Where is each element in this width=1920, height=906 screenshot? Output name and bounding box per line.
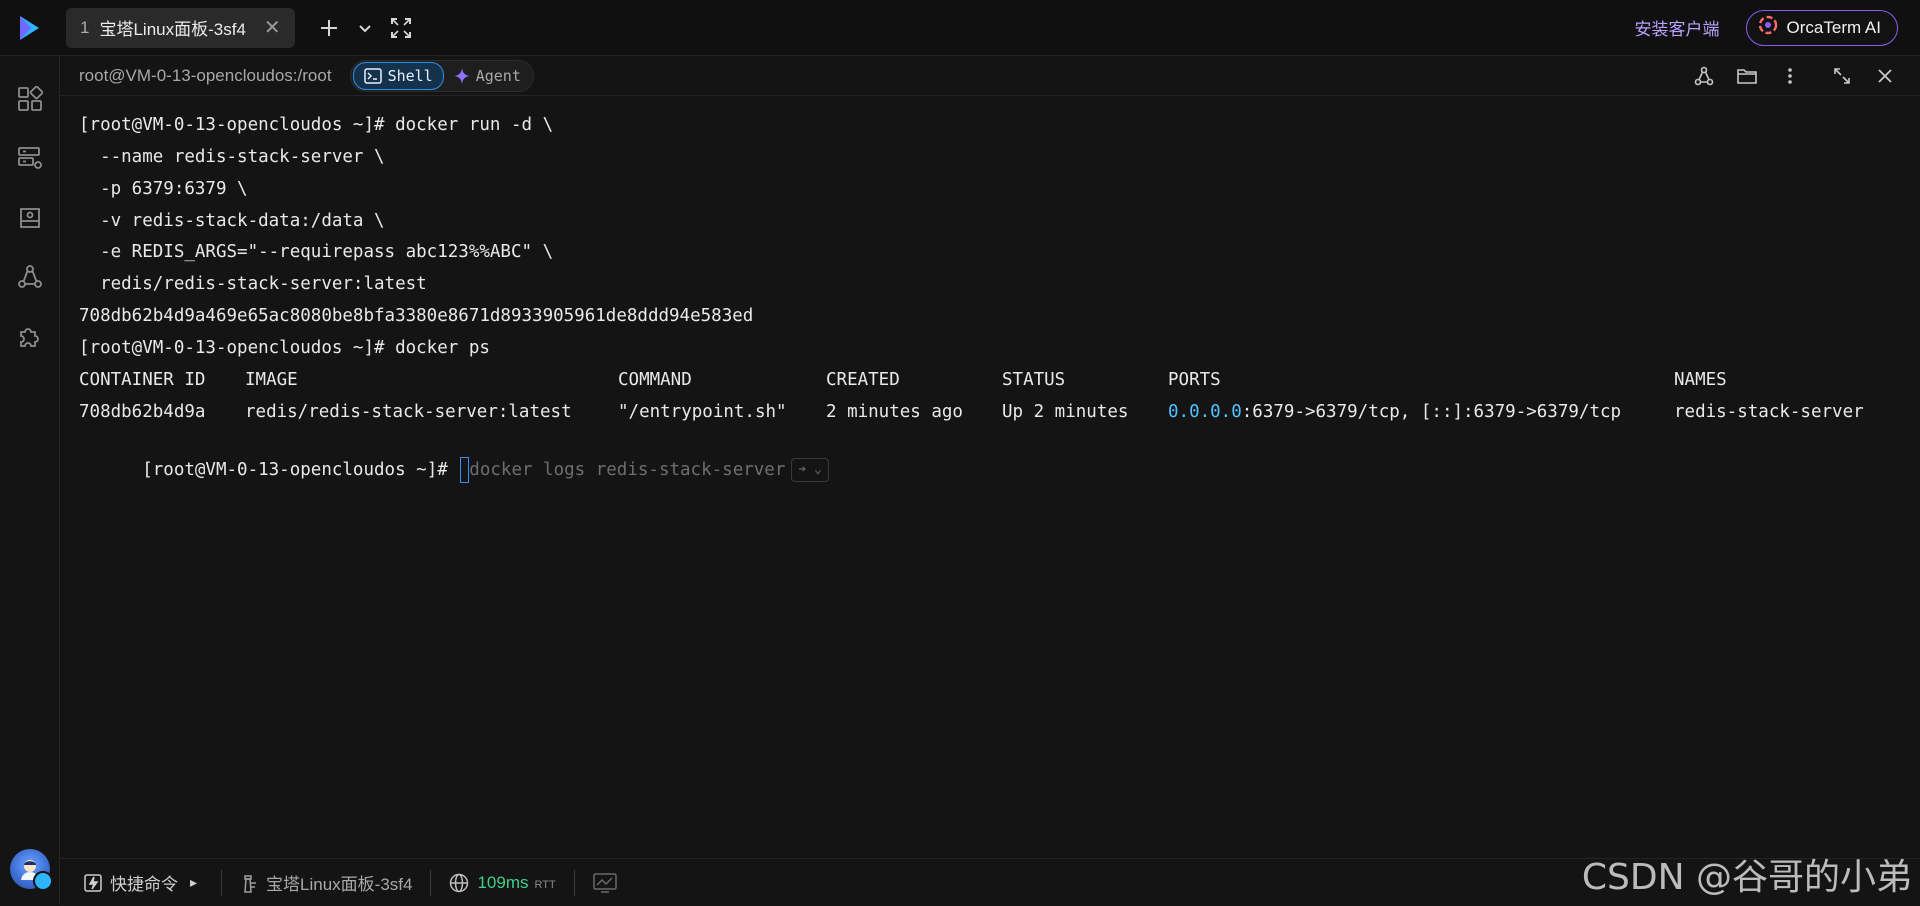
tab-list-chevron-down-icon[interactable] (347, 10, 383, 46)
fullscreen-icon[interactable] (383, 10, 419, 46)
mode-switch: Shell Agent (349, 59, 534, 92)
terminal-line: -p 6379:6379 \ (79, 179, 248, 199)
ps-header-cell: IMAGE (245, 370, 298, 390)
ps-ports-rest: :6379->6379/tcp, [::]:6379->6379/tcp (1241, 402, 1622, 422)
server-list-icon[interactable] (14, 142, 46, 174)
terminal-line: redis/redis-stack-server:latest (79, 274, 427, 294)
server-name-label: 宝塔Linux面板-3sf4 (266, 875, 413, 894)
ps-header-cell: CONTAINER ID (79, 370, 206, 390)
prompt: [root@VM-0-13-opencloudos ~]# (142, 460, 459, 480)
session-tab[interactable]: 1 宝塔Linux面板-3sf4 ✕ (66, 7, 295, 48)
shell-mode-label: Shell (387, 66, 433, 85)
quick-commands-label: 快捷命令 (110, 875, 178, 894)
agent-mode-button[interactable]: Agent (444, 63, 531, 89)
terminal-line: -v redis-stack-data:/data \ (79, 211, 385, 231)
ps-header-cell: STATUS (1002, 370, 1066, 390)
orca-ai-icon (1757, 14, 1779, 41)
ps-status: Up 2 minutes (1002, 402, 1129, 422)
terminal-line: -e REDIS_ARGS="--requirepass abc123%%ABC… (79, 242, 554, 262)
orcaterm-window: 1 宝塔Linux面板-3sf4 ✕ 安装客户端 OrcaTerm AI roo… (0, 0, 1920, 906)
terminal-line: [root@VM-0-13-opencloudos ~]# docker run… (79, 115, 554, 135)
storage-drive-icon[interactable] (14, 202, 46, 234)
share-icon[interactable] (1687, 59, 1721, 93)
accept-suggestion-button[interactable]: ➔ ⌄ (791, 458, 829, 482)
divider (430, 869, 432, 896)
ps-header-cell: PORTS (1168, 370, 1221, 390)
lightning-icon (84, 873, 102, 892)
latency-item[interactable]: 109ms RTT (449, 872, 556, 893)
shell-mode-button[interactable]: Shell (352, 61, 444, 90)
quick-commands-button[interactable]: 快捷命令 ▸ (84, 870, 197, 895)
terminal-output[interactable]: [root@VM-0-13-opencloudos ~]# docker run… (60, 96, 1920, 858)
session-actions (1678, 59, 1920, 93)
orcaterm-ai-label: OrcaTerm AI (1786, 17, 1881, 37)
docker-ps-row: 708db62b4d9a redis/redis-stack-server:la… (79, 399, 1899, 425)
monitor-chart-icon[interactable] (592, 872, 617, 893)
ps-command: "/entrypoint.sh" (618, 402, 787, 422)
tab-label: 宝塔Linux面板-3sf4 (99, 20, 246, 39)
autocomplete-suggestion: docker logs redis-stack-server (469, 460, 786, 480)
divider (221, 869, 223, 896)
latency-value: 109ms (477, 872, 529, 892)
docker-ps-header: CONTAINER ID IMAGE COMMAND CREATED STATU… (79, 367, 1899, 393)
tab-index: 1 (80, 17, 90, 37)
left-sidebar (0, 56, 60, 905)
more-vertical-icon[interactable] (1773, 59, 1807, 93)
watermark: CSDN @谷哥的小弟 (1581, 857, 1912, 898)
user-avatar[interactable] (10, 849, 53, 891)
ps-ports-ip: 0.0.0.0 (1168, 402, 1242, 422)
close-session-icon[interactable] (1868, 59, 1902, 93)
new-tab-button[interactable] (311, 10, 347, 46)
folder-icon[interactable] (1730, 59, 1764, 93)
ps-header-cell: NAMES (1674, 370, 1727, 390)
session-header: root@VM-0-13-opencloudos:/root Shell Age… (60, 56, 1920, 96)
terminal-line: 708db62b4d9a469e65ac8080be8bfa3380e8671d… (79, 306, 754, 326)
avatar-status-badge (33, 871, 53, 891)
session-path: root@VM-0-13-opencloudos:/root (79, 65, 332, 85)
top-tab-bar: 1 宝塔Linux面板-3sf4 ✕ 安装客户端 OrcaTerm AI (0, 0, 1920, 56)
ps-ports: 0.0.0.0:6379->6379/tcp, [::]:6379->6379/… (1168, 399, 1621, 425)
app-logo (0, 0, 60, 55)
ps-created: 2 minutes ago (826, 402, 963, 422)
current-prompt-line[interactable]: [root@VM-0-13-opencloudos ~]# docker log… (79, 431, 829, 483)
globe-icon (449, 873, 469, 893)
server-name-item[interactable]: 宝塔Linux面板-3sf4 (240, 870, 412, 895)
caret-right-icon: ▸ (190, 874, 198, 890)
lighthouse-icon (240, 873, 258, 893)
ps-header-cell: COMMAND (618, 370, 692, 390)
ps-image: redis/redis-stack-server:latest (245, 402, 572, 422)
install-client-link[interactable]: 安装客户端 (1635, 15, 1720, 40)
expand-icon[interactable] (1825, 59, 1859, 93)
terminal-icon (363, 67, 382, 84)
latency-unit: RTT (534, 878, 556, 891)
network-share-icon[interactable] (14, 261, 46, 293)
sparkle-icon (453, 67, 470, 84)
ps-container-id: 708db62b4d9a (79, 402, 206, 422)
close-icon[interactable]: ✕ (264, 15, 281, 40)
terminal-line: [root@VM-0-13-opencloudos ~]# docker ps (79, 338, 490, 358)
apps-grid-icon[interactable] (14, 83, 46, 115)
ps-header-cell: CREATED (826, 370, 900, 390)
terminal-line: --name redis-stack-server \ (79, 147, 385, 167)
text-cursor (460, 457, 470, 483)
topbar-right: 安装客户端 OrcaTerm AI (1635, 9, 1920, 46)
orcaterm-ai-button[interactable]: OrcaTerm AI (1745, 9, 1898, 46)
plugin-puzzle-icon[interactable] (14, 320, 46, 352)
agent-mode-label: Agent (475, 66, 521, 85)
divider (573, 869, 575, 896)
ps-names: redis-stack-server (1674, 402, 1864, 422)
